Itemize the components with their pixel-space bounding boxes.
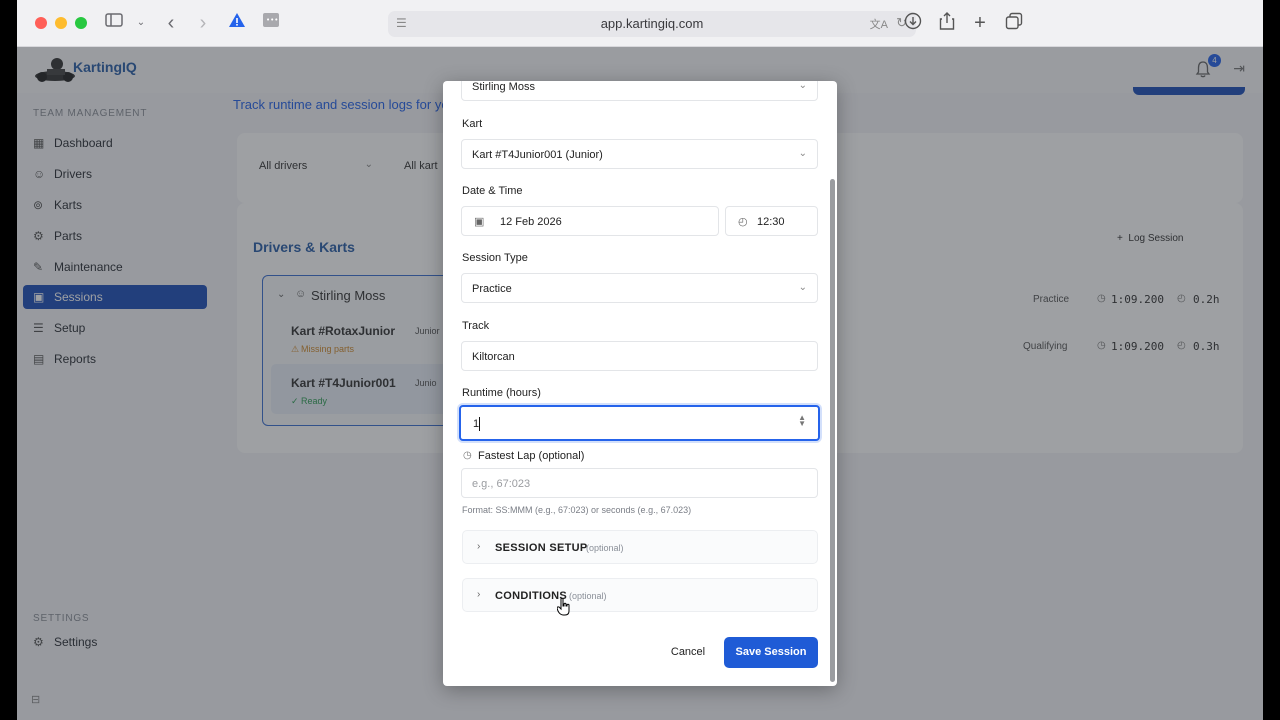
optional-label: (optional) bbox=[569, 591, 607, 601]
calendar-icon: ▣ bbox=[474, 216, 485, 228]
close-window-button[interactable] bbox=[35, 17, 47, 29]
cancel-button[interactable]: Cancel bbox=[665, 639, 711, 665]
address-bar[interactable]: ☰ app.kartingiq.com 文A ↻ bbox=[388, 11, 916, 37]
session-type-label: Session Type bbox=[462, 252, 528, 264]
track-value: Kiltorcan bbox=[472, 351, 515, 363]
chevron-down-icon[interactable]: ⌄ bbox=[130, 12, 152, 34]
zoom-window-button[interactable] bbox=[75, 17, 87, 29]
text-caret bbox=[479, 417, 480, 431]
track-label: Track bbox=[462, 320, 490, 332]
track-field[interactable]: Kiltorcan bbox=[461, 341, 818, 371]
driver-select-value: Stirling Moss bbox=[472, 81, 535, 93]
kart-select-value: Kart #T4Junior001 (Junior) bbox=[472, 149, 603, 161]
hand-cursor-icon bbox=[556, 597, 571, 621]
save-session-button[interactable]: Save Session bbox=[724, 637, 818, 668]
log-session-modal: Stirling Moss ⌄ Kart Kart #T4Junior001 (… bbox=[443, 81, 837, 686]
url-text: app.kartingiq.com bbox=[600, 16, 704, 31]
stopwatch-icon: ◷ bbox=[463, 450, 472, 461]
extension-icon[interactable]: ••• bbox=[260, 12, 282, 34]
warning-icon[interactable] bbox=[226, 12, 248, 34]
new-tab-icon[interactable]: + bbox=[969, 12, 991, 34]
chevron-down-icon: ⌄ bbox=[798, 81, 807, 91]
session-type-value: Practice bbox=[472, 283, 512, 295]
time-value: 12:30 bbox=[757, 216, 785, 228]
modal-scrollbar[interactable] bbox=[830, 179, 835, 682]
optional-label: (optional) bbox=[586, 543, 624, 553]
runtime-input[interactable]: 1 ▲ ▼ bbox=[459, 405, 820, 441]
chevron-down-icon: ⌄ bbox=[798, 148, 807, 159]
conditions-accordion[interactable]: › CONDITIONS (optional) bbox=[462, 578, 818, 612]
chevron-right-icon: › bbox=[477, 589, 481, 600]
chevron-right-icon: › bbox=[477, 541, 481, 552]
chevron-down-icon: ⌄ bbox=[798, 282, 807, 293]
share-icon[interactable] bbox=[936, 12, 958, 34]
fastest-lap-label: Fastest Lap (optional) bbox=[478, 450, 585, 462]
sidebar-toggle-icon[interactable] bbox=[103, 12, 125, 34]
browser-window: ⌄ ‹ › ••• ☰ app.kartingiq.com 文A ↻ + Kar… bbox=[17, 0, 1263, 720]
format-hint: Format: SS:MMM (e.g., 67:023) or seconds… bbox=[462, 505, 692, 515]
clock-icon: ◴ bbox=[738, 216, 748, 228]
number-stepper-icon[interactable]: ▲ ▼ bbox=[798, 414, 806, 428]
downloads-icon[interactable] bbox=[902, 12, 924, 34]
fastest-lap-placeholder: e.g., 67:023 bbox=[472, 478, 531, 490]
kart-label: Kart bbox=[462, 118, 483, 130]
date-value: 12 Feb 2026 bbox=[500, 216, 562, 228]
session-type-select[interactable]: Practice ⌄ bbox=[461, 273, 818, 303]
back-icon[interactable]: ‹ bbox=[160, 12, 182, 34]
svg-text:•••: ••• bbox=[266, 16, 278, 24]
fastest-lap-input[interactable]: e.g., 67:023 bbox=[461, 468, 818, 498]
datetime-label: Date & Time bbox=[462, 185, 523, 197]
translate-icon[interactable]: 文A bbox=[870, 16, 888, 32]
session-setup-title: SESSION SETUP bbox=[495, 542, 588, 554]
driver-select[interactable]: Stirling Moss ⌄ bbox=[461, 81, 818, 101]
date-field[interactable]: ▣ 12 Feb 2026 bbox=[461, 206, 719, 236]
minimize-window-button[interactable] bbox=[55, 17, 67, 29]
forward-icon[interactable]: › bbox=[192, 12, 214, 34]
session-setup-accordion[interactable]: › SESSION SETUP (optional) bbox=[462, 530, 818, 564]
kart-select[interactable]: Kart #T4Junior001 (Junior) ⌄ bbox=[461, 139, 818, 169]
runtime-label: Runtime (hours) bbox=[462, 387, 541, 399]
browser-toolbar: ⌄ ‹ › ••• ☰ app.kartingiq.com 文A ↻ + bbox=[17, 0, 1263, 47]
time-field[interactable]: ◴ 12:30 bbox=[725, 206, 818, 236]
tabs-overview-icon[interactable] bbox=[1003, 12, 1025, 34]
